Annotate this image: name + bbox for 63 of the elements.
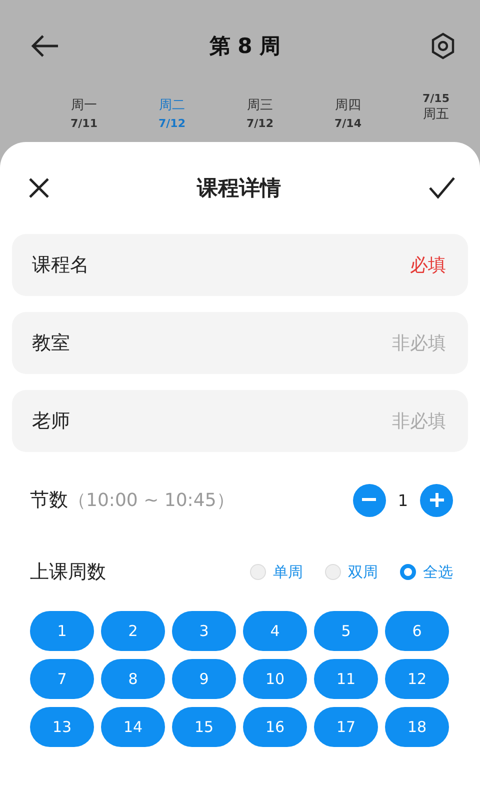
weeks-label: 上课周数 [30, 560, 106, 585]
decrement-button[interactable] [352, 484, 386, 516]
day-label: 周一 [71, 97, 97, 114]
week-number-chip[interactable]: 15 [172, 707, 236, 747]
week-number-chip[interactable]: 18 [385, 707, 449, 747]
day-tab[interactable]: 周三 7/12 [216, 92, 304, 142]
week-number-chip[interactable]: 13 [30, 707, 94, 747]
week-filter-option[interactable]: 双周 [325, 562, 378, 582]
day-date: 7/15 [422, 92, 450, 105]
week-number-chip[interactable]: 4 [243, 611, 307, 651]
day-label: 周四 [335, 97, 361, 114]
day-tab[interactable]: 周四 7/14 [304, 92, 392, 142]
back-button[interactable] [30, 34, 60, 58]
text-input[interactable]: 必填 [89, 254, 448, 276]
sessions-label: 节数 [30, 488, 68, 513]
session-time: （10:00 ~ 10:45） [68, 489, 234, 512]
text-field[interactable]: 教室 非必填 [12, 312, 468, 374]
day-date: 7/12 [246, 117, 274, 130]
text-input[interactable]: 非必填 [70, 410, 448, 432]
week-number-chip[interactable]: 17 [314, 707, 378, 747]
week-filter-option[interactable]: 单周 [250, 562, 303, 582]
week-number-chip[interactable]: 10 [243, 659, 307, 699]
check-icon [428, 176, 456, 200]
sheet-title: 课程详情 [197, 175, 281, 202]
week-number-chip[interactable]: 8 [101, 659, 165, 699]
week-title: 第 8 周 [209, 33, 281, 60]
increment-button[interactable] [420, 484, 453, 516]
day-tab[interactable]: 周二 7/12 [128, 92, 216, 142]
week-number-chip[interactable]: 7 [30, 659, 94, 699]
week-number-chip[interactable]: 9 [172, 659, 236, 699]
week-number-chip[interactable]: 5 [314, 611, 378, 651]
session-count: 1 [398, 490, 408, 510]
week-number-chip[interactable]: 12 [385, 659, 449, 699]
day-date: 7/12 [158, 117, 186, 130]
back-arrow-icon [30, 34, 60, 58]
text-field[interactable]: 课程名 必填 [12, 234, 468, 296]
minus-icon [362, 498, 376, 502]
week-number-chip[interactable]: 3 [172, 611, 236, 651]
week-number-chip[interactable]: 1 [30, 611, 94, 651]
week-number-chip[interactable]: 11 [314, 659, 378, 699]
week-filter-option[interactable]: 全选 [400, 562, 453, 582]
close-button[interactable] [28, 177, 50, 199]
day-tab[interactable]: 周一 7/11 [40, 92, 128, 142]
day-date: 7/11 [70, 117, 98, 130]
plus-icon [430, 493, 444, 507]
field-label: 老师 [32, 409, 70, 434]
week-number-chip[interactable]: 16 [243, 707, 307, 747]
text-field[interactable]: 老师 非必填 [12, 390, 468, 452]
settings-button[interactable] [430, 32, 456, 60]
day-date: 7/14 [334, 117, 362, 130]
day-label: 周三 [247, 97, 273, 114]
day-label: 周二 [159, 97, 185, 114]
week-number-chip[interactable]: 2 [101, 611, 165, 651]
field-label: 课程名 [32, 253, 89, 278]
settings-icon [430, 32, 456, 60]
text-input[interactable]: 非必填 [70, 332, 448, 354]
week-number-chip[interactable]: 6 [385, 611, 449, 651]
confirm-button[interactable] [428, 176, 456, 200]
day-tab[interactable]: 周五 7/15 [392, 92, 480, 142]
day-label: 周五 [423, 106, 449, 123]
close-icon [28, 177, 50, 199]
field-label: 教室 [32, 331, 70, 356]
week-number-chip[interactable]: 14 [101, 707, 165, 747]
